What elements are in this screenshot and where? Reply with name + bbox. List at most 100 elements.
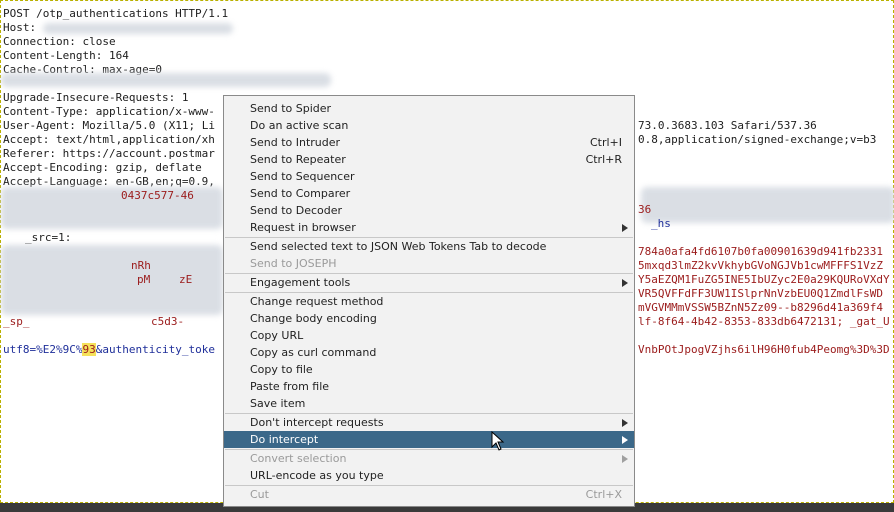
menu-item-change-body-encoding[interactable]: Change body encoding (224, 310, 634, 327)
header-content-length: Content-Length: 164 (3, 49, 129, 63)
menu-label: Send to Repeater (250, 153, 346, 166)
menu-item-save-item[interactable]: Save item (224, 395, 634, 412)
submenu-arrow-icon (622, 419, 628, 427)
menu-label: Paste from file (250, 380, 330, 393)
menu-label: Engagement tools (250, 276, 351, 289)
submenu-arrow-icon (622, 279, 628, 287)
mouse-pointer-icon (491, 431, 505, 451)
cookie-fragment: 5mxqd3lmZ2kvVkhybGVoNGJVb1cwMFFFS1VzZ (638, 259, 884, 272)
menu-item-dont-intercept[interactable]: Don't intercept requests (224, 414, 634, 431)
header-value: application/x-www- (95, 105, 215, 118)
cookie-fragment: 0437c577-46 (121, 189, 194, 202)
menu-item-active-scan[interactable]: Do an active scan (224, 117, 634, 134)
header-connection: Connection: close (3, 35, 116, 49)
cookie-fragment: 36 (638, 203, 652, 216)
menu-item-send-to-comparer[interactable]: Send to Comparer (224, 185, 634, 202)
request-body: utf8=%E2%9C%93&authenticity_toke (3, 343, 215, 357)
cookie-fragment: _hs (651, 217, 671, 230)
menu-label: Change request method (250, 295, 384, 308)
menu-item-do-intercept[interactable]: Do intercept (224, 431, 634, 448)
menu-label: Save item (250, 397, 306, 410)
header-accept: Accept: text/html,application/xh (3, 133, 215, 147)
menu-label: Copy as curl command (250, 346, 377, 359)
cookie-fragment: c5d3- (151, 315, 185, 328)
cookie-fragment: Y5aEZQM1FuZG5INE5IbUZyc2E0a29KQURoVXdY (638, 273, 890, 286)
cookie-fragment: mVGVMMmVSSW5BZnN5Zz09--b8296d41a369f4 (638, 301, 884, 314)
menu-item-send-to-joseph: Send to JOSEPH (224, 255, 634, 272)
menu-label: Send to Intruder (250, 136, 341, 149)
menu-label: Copy URL (250, 329, 304, 342)
header-host: Host: (3, 21, 36, 35)
menu-item-url-encode[interactable]: URL-encode as you type (224, 467, 634, 484)
cookie-fragment: _src=1: (25, 231, 72, 244)
menu-item-change-request-method[interactable]: Change request method (224, 293, 634, 310)
menu-label: Send to Sequencer (250, 170, 355, 183)
header-name: User-Agent: (3, 119, 76, 132)
header-value: 164 (108, 49, 129, 62)
menu-label: Don't intercept requests (250, 416, 384, 429)
menu-shortcut: Ctrl+R (585, 153, 622, 166)
body-prefix: utf8=%E2%9C% (3, 343, 83, 356)
menu-item-send-to-decoder[interactable]: Send to Decoder (224, 202, 634, 219)
menu-item-cut: Cut Ctrl+X (224, 486, 634, 503)
cookie-fragment: VR5QVFFdFF3UW1ISlprNnVzbEU0Q1ZmdlFsWD (638, 287, 884, 300)
cookie-fragment: _sp_ (3, 315, 30, 328)
header-value: Mozilla/5.0 (X11; Li (82, 119, 215, 132)
cookie-fragment: zE (179, 273, 193, 286)
selected-text: 93 (82, 343, 96, 356)
header-name: Content-Type: (3, 105, 90, 118)
header-value: https://account.postmar (62, 147, 215, 160)
menu-shortcut: Ctrl+I (589, 136, 622, 149)
header-value: 1 (181, 91, 189, 104)
menu-label: Cut (250, 488, 269, 501)
header-name: Accept-Encoding: (3, 161, 109, 174)
menu-label: Convert selection (250, 452, 347, 465)
menu-item-copy-as-curl[interactable]: Copy as curl command (224, 344, 634, 361)
context-menu: Send to Spider Do an active scan Send to… (223, 95, 635, 507)
cookie-fragment: nRh (131, 259, 151, 272)
menu-item-engagement-tools[interactable]: Engagement tools (224, 274, 634, 291)
header-upgrade-insecure: Upgrade-Insecure-Requests: 1 (3, 91, 188, 105)
header-name: Connection: (3, 35, 76, 48)
header-name: Upgrade-Insecure-Requests: (3, 91, 176, 104)
menu-item-convert-selection: Convert selection (224, 450, 634, 467)
header-value: text/html,application/xh (55, 133, 215, 146)
submenu-arrow-icon (622, 436, 628, 444)
menu-item-send-to-intruder[interactable]: Send to Intruder Ctrl+I (224, 134, 634, 151)
accept-tail: 0.8,application/signed-exchange;v=b3 (638, 133, 877, 146)
header-name: Host: (3, 21, 37, 34)
header-accept-encoding: Accept-Encoding: gzip, deflate (3, 161, 202, 175)
header-name: Content-Length: (3, 49, 103, 62)
header-referer: Referer: https://account.postmar (3, 147, 215, 161)
request-line: POST /otp_authentications HTTP/1.1 (3, 7, 229, 20)
cookie-fragment: lf-8f64-4b42-8353-833db6472131; _gat_U (638, 315, 890, 328)
header-name: Accept: (3, 133, 50, 146)
menu-item-send-to-sequencer[interactable]: Send to Sequencer (224, 168, 634, 185)
header-value: gzip, deflate (115, 161, 202, 174)
menu-item-send-to-spider[interactable]: Send to Spider (224, 100, 634, 117)
header-user-agent: User-Agent: Mozilla/5.0 (X11; Li (3, 119, 215, 133)
menu-label: Change body encoding (250, 312, 377, 325)
menu-label: Send to JOSEPH (250, 257, 337, 270)
header-content-type: Content-Type: application/x-www- (3, 105, 215, 119)
menu-item-copy-to-file[interactable]: Copy to file (224, 361, 634, 378)
menu-item-request-in-browser[interactable]: Request in browser (224, 219, 634, 236)
user-agent-tail: 73.0.3683.103 Safari/537.36 (638, 119, 817, 132)
body-param: &authenticity_toke (95, 343, 215, 356)
redacted-area (43, 23, 233, 34)
cookie-fragment: 784a0afa4fd6107b0fa00901639d941fb2331 (638, 245, 884, 258)
menu-item-copy-url[interactable]: Copy URL (224, 327, 634, 344)
redacted-area (1, 73, 331, 87)
menu-label: Send selected text to JSON Web Tokens Ta… (250, 240, 547, 253)
menu-item-paste-from-file[interactable]: Paste from file (224, 378, 634, 395)
menu-label: Copy to file (250, 363, 313, 376)
menu-label: Send to Spider (250, 102, 332, 115)
header-name: Referer: (3, 147, 56, 160)
submenu-arrow-icon (622, 224, 628, 232)
menu-item-jwt-decode[interactable]: Send selected text to JSON Web Tokens Ta… (224, 238, 634, 255)
submenu-arrow-icon (622, 455, 628, 463)
menu-item-send-to-repeater[interactable]: Send to Repeater Ctrl+R (224, 151, 634, 168)
header-value: close (82, 35, 116, 48)
menu-shortcut: Ctrl+X (585, 488, 622, 501)
menu-label: Do intercept (250, 433, 319, 446)
